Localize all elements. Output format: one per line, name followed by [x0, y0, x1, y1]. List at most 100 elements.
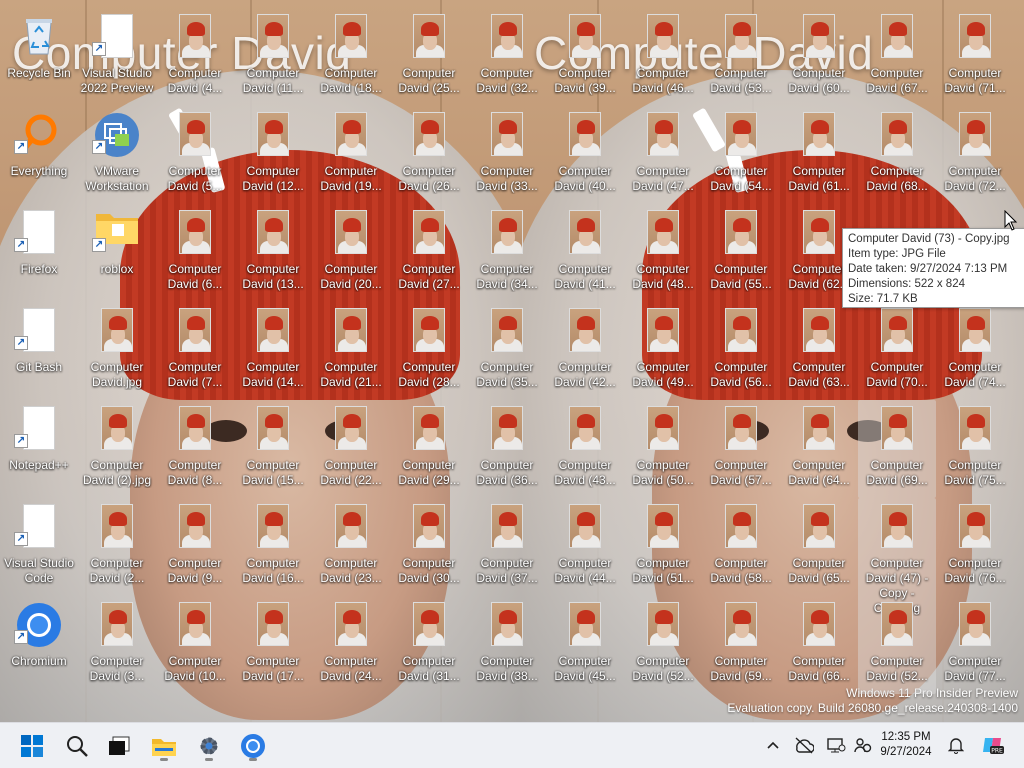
system-clock[interactable]: 12:35 PM 9/27/2024 [872, 730, 940, 760]
desktop-icon[interactable]: ↗ Notepad++ [0, 400, 78, 498]
desktop-icon[interactable]: Computer David (65... [780, 498, 858, 596]
task-view-button[interactable] [102, 729, 136, 763]
network-status-button[interactable] [793, 733, 815, 757]
desktop-icon[interactable]: Computer David (36... [468, 400, 546, 498]
desktop-icon[interactable]: Computer David (30... [390, 498, 468, 596]
desktop-icon[interactable]: Computer David (56... [702, 302, 780, 400]
desktop-icon[interactable]: Computer David (41... [546, 204, 624, 302]
desktop-icon[interactable]: Computer David (54... [702, 106, 780, 204]
desktop-icon[interactable]: Computer David (58... [702, 498, 780, 596]
desktop-icon[interactable]: Computer David (52... [858, 596, 936, 694]
desktop-icon[interactable]: Computer David (38... [468, 596, 546, 694]
desktop-icon[interactable]: Computer David (55... [702, 204, 780, 302]
desktop-icon[interactable]: Computer David (32... [468, 8, 546, 106]
desktop-icon[interactable]: ↗ Visual Studio 2022 Preview [78, 8, 156, 106]
desktop-icon[interactable]: Recycle Bin [0, 8, 78, 106]
desktop-icon[interactable]: ↗ Everything [0, 106, 78, 204]
desktop-icon[interactable]: Computer David (18... [312, 8, 390, 106]
file-explorer-button[interactable] [147, 729, 181, 763]
desktop-icon[interactable]: Computer David (68... [858, 106, 936, 204]
desktop-icon[interactable]: Computer David (3... [78, 596, 156, 694]
desktop-icon[interactable]: ↗ Git Bash [0, 302, 78, 400]
desktop-icon[interactable]: Computer David (25... [390, 8, 468, 106]
desktop-icon[interactable]: ↗ Firefox [0, 204, 78, 302]
desktop-icon[interactable]: Computer David (48... [624, 204, 702, 302]
search-button[interactable] [60, 729, 94, 763]
desktop-icon[interactable]: Computer David (49... [624, 302, 702, 400]
desktop-icon[interactable]: Computer David (15... [234, 400, 312, 498]
desktop-icon[interactable]: Computer David (47... [624, 106, 702, 204]
copilot-button[interactable]: PRE [980, 733, 1006, 757]
desktop-icon[interactable]: Computer David.jpg [78, 302, 156, 400]
desktop-icon[interactable]: Computer David (40... [546, 106, 624, 204]
desktop-icon[interactable]: Computer David (20... [312, 204, 390, 302]
desktop-icon[interactable]: Computer David (64... [780, 400, 858, 498]
desktop-icon[interactable]: Computer David (28... [390, 302, 468, 400]
desktop-icon[interactable]: Computer David (42... [546, 302, 624, 400]
desktop-icon[interactable]: Computer David (19... [312, 106, 390, 204]
desktop-icon[interactable]: Computer David (35... [468, 302, 546, 400]
desktop-icon[interactable]: Computer David (2).jpg [78, 400, 156, 498]
desktop-icon[interactable]: Computer David (17... [234, 596, 312, 694]
desktop-icon[interactable]: Computer David (43... [546, 400, 624, 498]
desktop-icon[interactable]: Computer David (31... [390, 596, 468, 694]
desktop-icon[interactable]: Computer David (50... [624, 400, 702, 498]
desktop-icon[interactable]: Computer David (8... [156, 400, 234, 498]
desktop-icon[interactable]: Computer David (67... [858, 8, 936, 106]
chromium-taskbar-button[interactable] [236, 729, 270, 763]
desktop-icon[interactable]: Computer David (21... [312, 302, 390, 400]
desktop-icon[interactable]: Computer David (66... [780, 596, 858, 694]
desktop-icon[interactable]: Computer David (75... [936, 400, 1014, 498]
desktop-icon[interactable]: Computer David (9... [156, 498, 234, 596]
desktop-icon[interactable]: Computer David (12... [234, 106, 312, 204]
desktop-icon[interactable]: Computer David (29... [390, 400, 468, 498]
show-hidden-icons-button[interactable] [762, 733, 784, 757]
desktop-icon[interactable]: Computer David (23... [312, 498, 390, 596]
desktop-icon[interactable]: Computer David (13... [234, 204, 312, 302]
desktop-icon[interactable]: Computer David (14... [234, 302, 312, 400]
desktop-icon[interactable]: Computer David (4... [156, 8, 234, 106]
start-button[interactable] [15, 729, 49, 763]
desktop-icon[interactable]: Computer David (77... [936, 596, 1014, 694]
desktop-icon[interactable]: Computer David (53... [702, 8, 780, 106]
desktop-icon[interactable]: ↗ VMware Workstation [78, 106, 156, 204]
desktop-icon[interactable]: Computer David (69... [858, 400, 936, 498]
desktop-icon[interactable]: Computer David (26... [390, 106, 468, 204]
desktop-icon[interactable]: Computer David (57... [702, 400, 780, 498]
desktop-icon[interactable]: Computer David (37... [468, 498, 546, 596]
desktop-icon[interactable]: ↗ Chromium [0, 596, 78, 694]
desktop-icon[interactable]: ↗ roblox [78, 204, 156, 302]
desktop-icon[interactable]: Computer David (76... [936, 498, 1014, 596]
desktop-icon[interactable]: Computer David (70... [858, 302, 936, 400]
desktop-icon[interactable]: Computer David (7... [156, 302, 234, 400]
desktop-icon[interactable]: Computer David (10... [156, 596, 234, 694]
desktop-icon[interactable]: ↗ Visual Studio Code [0, 498, 78, 596]
desktop-icon[interactable]: Computer David (39... [546, 8, 624, 106]
desktop-icon[interactable]: Computer David (33... [468, 106, 546, 204]
accessibility-button[interactable] [852, 733, 874, 757]
desktop-icon[interactable]: Computer David (22... [312, 400, 390, 498]
settings-button[interactable] [192, 729, 226, 763]
desktop-icon[interactable]: Computer David (46... [624, 8, 702, 106]
desktop-icon[interactable]: Computer David (2... [78, 498, 156, 596]
desktop-icon[interactable]: Computer David (5... [156, 106, 234, 204]
desktop-icon[interactable]: Computer David (52... [624, 596, 702, 694]
desktop-icon[interactable]: Computer David (24... [312, 596, 390, 694]
desktop-icon[interactable]: Computer David (34... [468, 204, 546, 302]
desktop-icon[interactable]: Computer David (61... [780, 106, 858, 204]
desktop-icon[interactable]: Computer David (74... [936, 302, 1014, 400]
desktop-icon[interactable]: Computer David (27... [390, 204, 468, 302]
desktop-icon[interactable]: Computer David (6... [156, 204, 234, 302]
desktop-icon[interactable]: Computer David (45... [546, 596, 624, 694]
desktop-icon[interactable]: Computer David (16... [234, 498, 312, 596]
desktop-icon[interactable]: Computer David (60... [780, 8, 858, 106]
desktop-icon[interactable]: Computer David (63... [780, 302, 858, 400]
desktop-icon[interactable]: Computer David (11... [234, 8, 312, 106]
notifications-button[interactable] [945, 733, 967, 757]
desktop-icon[interactable]: Computer David (72... [936, 106, 1014, 204]
desktop-icon[interactable]: Computer David (71... [936, 8, 1014, 106]
display-button[interactable] [825, 733, 847, 757]
desktop-icon[interactable]: Computer David (44... [546, 498, 624, 596]
desktop-icon[interactable]: Computer David (59... [702, 596, 780, 694]
desktop-icon[interactable]: Computer David (51... [624, 498, 702, 596]
